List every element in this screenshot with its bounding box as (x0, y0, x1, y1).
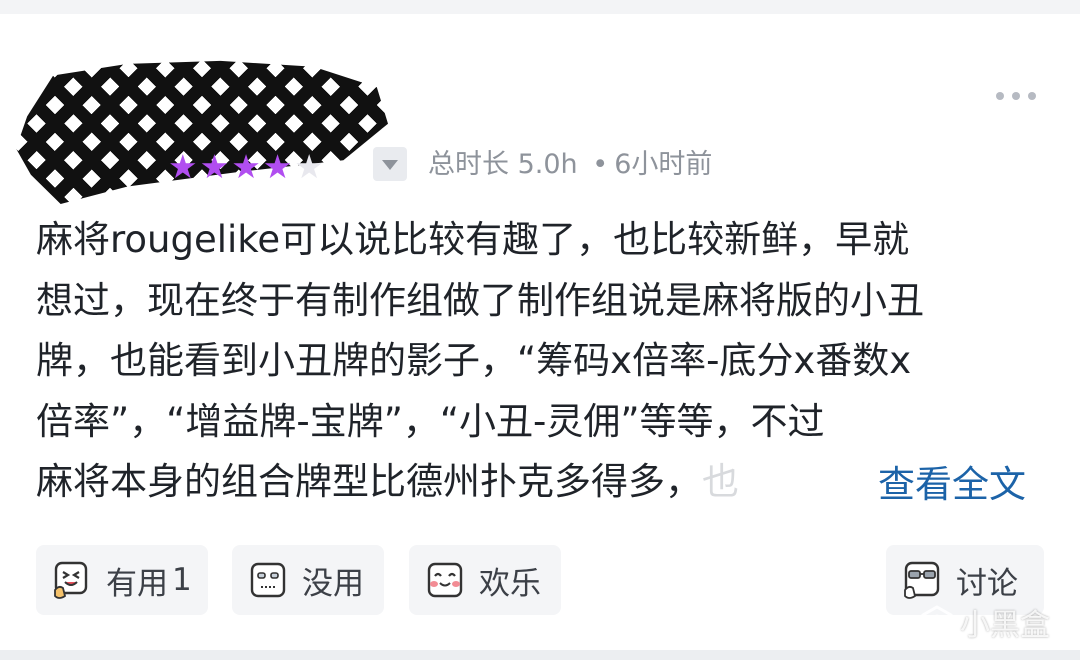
review-line: 麻将rougelike可以说比较有趣了，也比较新鲜，早就 (36, 218, 910, 261)
read-more-link[interactable]: 查看全文 (864, 455, 1026, 515)
happy-blush-face-icon (425, 560, 465, 600)
sunglasses-face-icon (902, 560, 942, 600)
playtime-value: 5.0h (517, 149, 578, 180)
review-line: 想过，现在终于有制作组做了制作组说是麻将版的小丑 (36, 278, 924, 322)
star-icon: ★ (262, 147, 293, 186)
fun-button[interactable]: 欢乐 (409, 545, 561, 615)
meta-separator: • (592, 149, 609, 180)
playtime-label: 总时长 (428, 149, 509, 180)
review-line: 倍率”，“增益牌-宝牌”，“小丑-灵佣”等等，不过 (36, 399, 825, 443)
fun-label: 欢乐 (479, 565, 541, 602)
star-icon: ★ (199, 147, 230, 186)
star-icon: ★ (168, 147, 198, 186)
useless-button[interactable]: 没用 (232, 545, 384, 615)
laughing-thumbs-up-icon (52, 560, 92, 600)
watermark-text: 小黑盒 (960, 608, 1050, 643)
review-line: 牌，也能看到小丑牌的影子，“筹码x倍率-底分x番数x (36, 339, 912, 382)
useful-label: 有用 (106, 565, 168, 602)
time-ago: 6小时前 (614, 149, 713, 180)
discuss-label: 讨论 (956, 565, 1018, 602)
rating-expand-button[interactable] (373, 147, 407, 181)
useful-count: 1 (172, 562, 192, 598)
review-faded-tail: 也 (702, 460, 739, 503)
useless-label: 没用 (302, 565, 364, 602)
chevron-down-icon (382, 160, 398, 170)
review-meta: 总时长 5.0h • 6小时前 (428, 148, 712, 182)
watermark: 小黑盒 (920, 600, 1050, 644)
star-icon: ★ (294, 147, 324, 186)
more-options-icon[interactable] (996, 92, 1036, 100)
review-card: ★ ★ ★ ★ ★ 总时长 5.0h • 6小时前 麻将rougelike可以说比… (0, 14, 1080, 650)
star-icon: ★ (231, 147, 261, 186)
useful-button[interactable]: 有用 1 (36, 545, 208, 615)
blank-face-icon (248, 560, 288, 600)
rating-stars: ★ ★ ★ ★ ★ (168, 150, 324, 184)
heybox-logo-icon (921, 605, 953, 639)
bottom-divider (0, 650, 1080, 660)
review-line-text: 麻将本身的组合牌型比德州扑克多得多， (36, 460, 702, 503)
